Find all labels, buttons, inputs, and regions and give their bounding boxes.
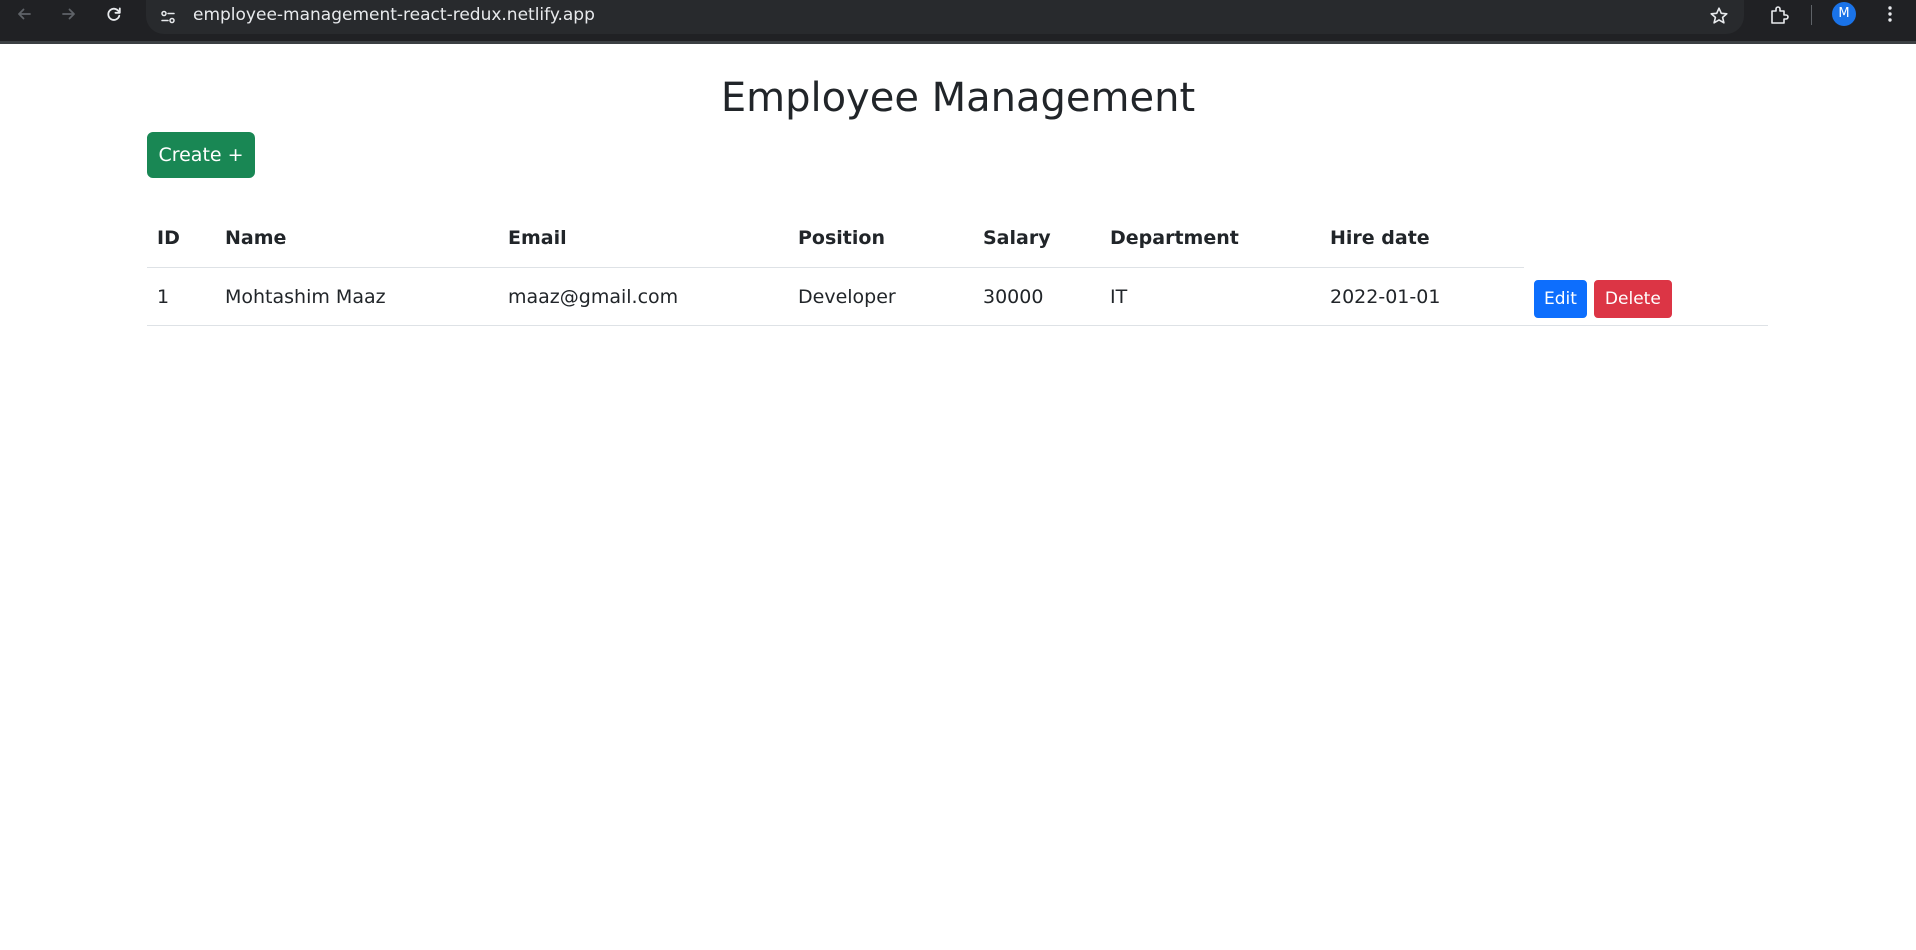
more-vert-icon[interactable]: [1878, 2, 1902, 26]
reload-icon[interactable]: [102, 2, 126, 26]
bookmark-star-icon[interactable]: [1706, 3, 1732, 29]
toolbar-divider: [1811, 5, 1812, 25]
extensions-icon[interactable]: [1765, 1, 1793, 29]
cell-position: Developer: [788, 267, 973, 326]
employee-table: ID Name Email Position Salary Department…: [147, 209, 1768, 326]
column-header-salary: Salary: [973, 209, 1100, 268]
table-row: 1 Mohtashim Maaz maaz@gmail.com Develope…: [147, 267, 1768, 326]
page-content: Employee Management Create + ID Name Ema…: [0, 44, 1916, 950]
address-bar[interactable]: employee-management-react-redux.netlify.…: [146, 0, 1744, 34]
cell-department: IT: [1100, 267, 1320, 326]
create-button[interactable]: Create +: [147, 132, 255, 178]
browser-toolbar: employee-management-react-redux.netlify.…: [0, 0, 1916, 44]
cell-email: maaz@gmail.com: [498, 267, 788, 326]
column-header-department: Department: [1100, 209, 1320, 268]
cell-actions: Edit Delete: [1524, 267, 1768, 326]
site-info-icon[interactable]: [156, 5, 180, 29]
column-header-position: Position: [788, 209, 973, 268]
cell-id: 1: [147, 267, 215, 326]
cell-name: Mohtashim Maaz: [215, 267, 498, 326]
column-header-name: Name: [215, 209, 498, 268]
edit-button[interactable]: Edit: [1534, 280, 1587, 319]
delete-button[interactable]: Delete: [1593, 280, 1672, 319]
back-arrow-icon[interactable]: [12, 2, 36, 26]
column-header-actions: [1524, 209, 1768, 268]
avatar[interactable]: M: [1832, 2, 1856, 26]
cell-salary: 30000: [973, 267, 1100, 326]
column-header-id: ID: [147, 209, 215, 268]
cell-hire-date: 2022-01-01: [1320, 267, 1524, 326]
forward-arrow-icon[interactable]: [57, 2, 81, 26]
table-header-row: ID Name Email Position Salary Department…: [147, 209, 1768, 268]
column-header-hire-date: Hire date: [1320, 209, 1524, 268]
url-text[interactable]: employee-management-react-redux.netlify.…: [193, 5, 595, 25]
page-title: Employee Management: [720, 75, 1196, 121]
column-header-email: Email: [498, 209, 788, 268]
